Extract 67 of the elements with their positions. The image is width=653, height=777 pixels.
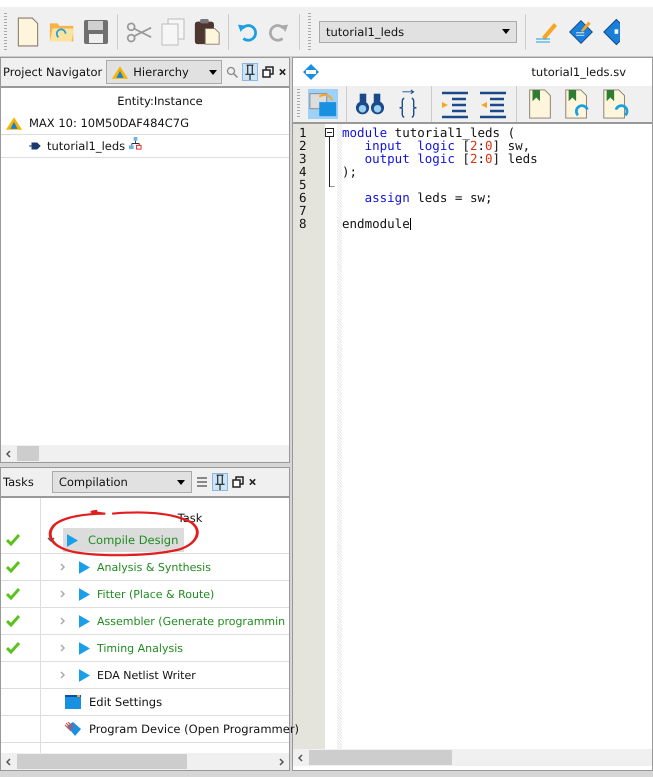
caret-icon	[502, 29, 510, 34]
panel-title: Project Navigator	[3, 65, 102, 79]
pin-icon[interactable]	[242, 63, 258, 81]
restore-icon[interactable]	[232, 476, 244, 488]
new-file-icon[interactable]	[15, 16, 41, 46]
line-number: 5	[299, 178, 308, 191]
task-item[interactable]: Program Device (Open Programmer)	[61, 717, 306, 741]
caret-icon	[176, 480, 185, 484]
indent-icon[interactable]	[440, 89, 470, 119]
fold-marker-icon[interactable]	[325, 127, 335, 187]
task-item[interactable]: Assembler (Generate programmin	[75, 609, 292, 633]
task-item[interactable]: Fitter (Place & Route)	[75, 582, 220, 606]
window-swap-icon[interactable]	[308, 89, 338, 119]
file-tab[interactable]: tutorial1_leds.sv	[531, 65, 626, 79]
close-icon[interactable]	[248, 476, 257, 488]
scrollbar-thumb[interactable]	[309, 750, 452, 765]
panel-title: Tasks	[3, 475, 34, 489]
entity-dropdown[interactable]: tutorial1_leds	[319, 20, 517, 42]
scrollbar-thumb[interactable]	[17, 754, 187, 769]
entity-item[interactable]: tutorial1_leds	[1, 135, 289, 158]
pin-icon[interactable]	[212, 473, 228, 491]
chip-icon	[29, 142, 41, 150]
play-icon	[79, 614, 90, 628]
play-icon	[67, 534, 78, 546]
line-number: 8	[299, 217, 308, 230]
caret-icon	[209, 70, 217, 74]
close-icon[interactable]	[278, 66, 287, 78]
play-icon	[79, 588, 90, 600]
triangle-logo-icon	[5, 116, 23, 130]
horizontal-scrollbar[interactable]	[293, 749, 652, 766]
paste-icon[interactable]	[194, 16, 220, 46]
device-item[interactable]: MAX 10: 10M50DAF484C7G	[1, 112, 289, 135]
search-icon[interactable]	[226, 66, 238, 78]
code-line: );	[342, 164, 358, 179]
outdent-icon[interactable]	[478, 89, 508, 119]
previous-bookmark-icon[interactable]	[601, 89, 631, 119]
triangle-logo-icon	[111, 64, 130, 80]
code-line: module tutorial1_leds (	[342, 125, 516, 140]
scrollbar-thumb[interactable]	[17, 446, 39, 461]
programmer-icon	[65, 722, 81, 736]
task-item[interactable]: EDA Netlist Writer	[75, 663, 202, 687]
line-number: 7	[299, 204, 308, 217]
task-item[interactable]: Timing Analysis	[75, 636, 189, 660]
task-item[interactable]: Edit Settings	[61, 690, 168, 714]
horizontal-scrollbar[interactable]	[1, 445, 289, 462]
column-header: Entity:Instance	[116, 93, 204, 110]
code-line: assign leds = sw;	[364, 190, 493, 205]
menu-icon[interactable]	[196, 476, 208, 488]
line-number: 6	[299, 191, 308, 204]
chevron-icon[interactable]	[47, 536, 55, 544]
line-number: 2	[299, 139, 308, 152]
view-dropdown[interactable]: Hierarchy	[106, 60, 222, 84]
diamond-icon[interactable]	[602, 16, 620, 46]
line-number: 4	[299, 165, 308, 178]
restore-icon[interactable]	[262, 66, 274, 78]
code-line: endmodule	[342, 216, 411, 231]
task-item[interactable]: Analysis & Synthesis	[75, 555, 217, 579]
play-icon	[79, 560, 90, 574]
code-line: input logic [2:0] sw,	[364, 138, 530, 153]
play-icon	[79, 642, 90, 654]
horizontal-scrollbar[interactable]	[1, 753, 289, 770]
window-icon	[65, 695, 81, 709]
line-number: 1	[299, 126, 308, 139]
line-number: 3	[299, 152, 308, 165]
play-icon	[79, 668, 90, 682]
flow-dropdown[interactable]: Compilation	[52, 471, 192, 493]
hierarchy-icon	[129, 136, 142, 150]
